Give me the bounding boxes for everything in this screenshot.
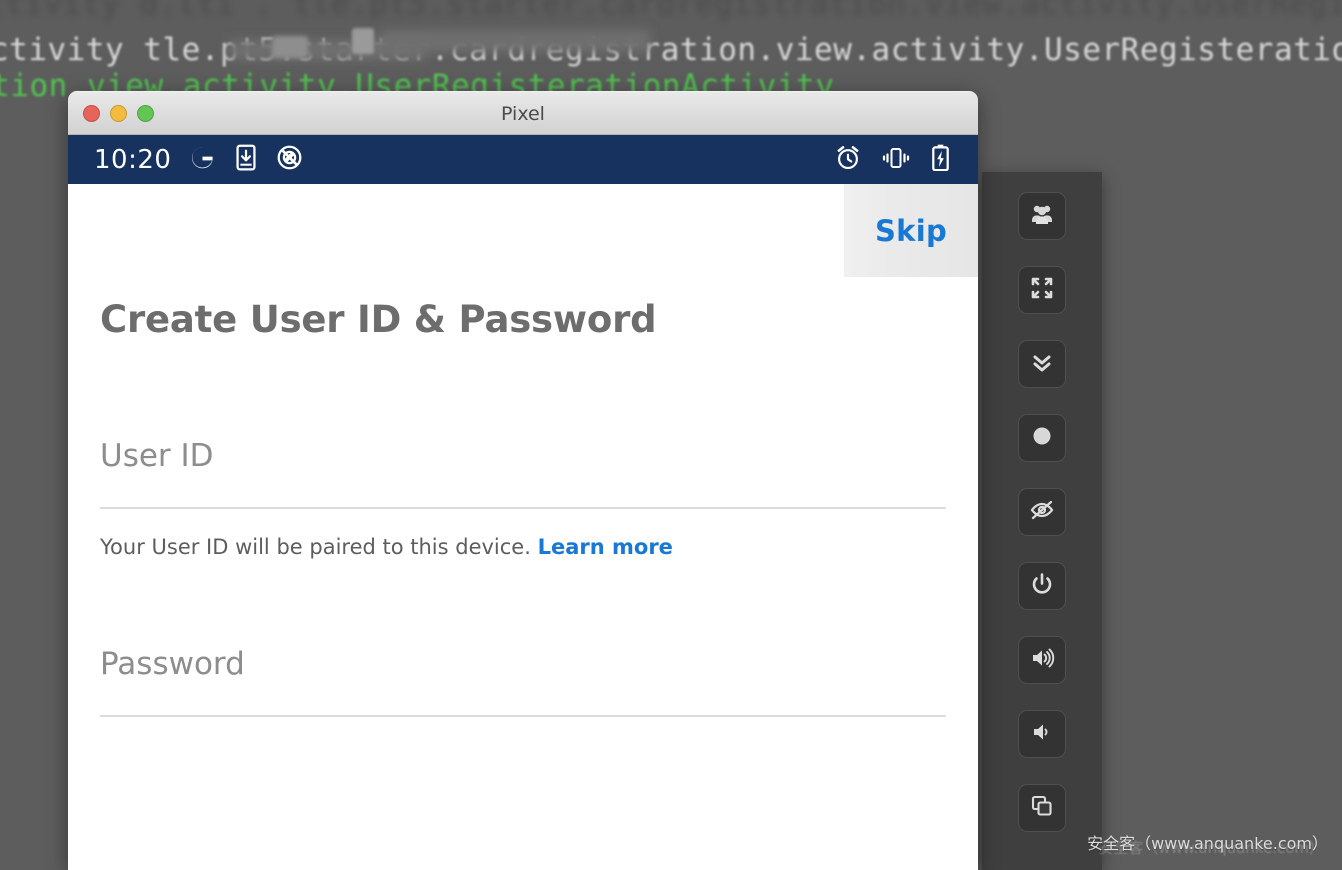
rotate-icon-button[interactable] bbox=[1018, 784, 1066, 832]
battery-charging-icon bbox=[931, 144, 950, 175]
app-top-bar: Skip bbox=[68, 184, 978, 277]
close-button[interactable] bbox=[83, 105, 100, 122]
fullscreen-icon-button[interactable] bbox=[1018, 266, 1066, 314]
password-underline bbox=[100, 715, 946, 717]
people-icon bbox=[1029, 201, 1055, 231]
user-id-input[interactable]: User ID bbox=[100, 438, 946, 509]
volume-up-icon-button[interactable] bbox=[1018, 636, 1066, 684]
status-bar-left: 10:20 bbox=[94, 144, 303, 175]
user-id-underline bbox=[100, 507, 946, 509]
google-icon bbox=[189, 144, 216, 175]
redaction-smudge bbox=[352, 28, 374, 54]
power-icon-button[interactable] bbox=[1018, 562, 1066, 610]
status-bar-clock: 10:20 bbox=[94, 144, 172, 175]
desktop-background: ctivity d.lti . tle.pt5.starter.cardregi… bbox=[0, 0, 1342, 870]
skip-button-label: Skip bbox=[874, 213, 948, 248]
status-bar-right bbox=[835, 144, 950, 175]
password-input[interactable]: Password bbox=[100, 646, 946, 717]
emulator-window: Pixel 10:20 Skip Create User ID & Passwo… bbox=[68, 91, 978, 870]
helper-text: Your User ID will be paired to this devi… bbox=[100, 535, 946, 559]
emulator-toolbar bbox=[982, 172, 1102, 870]
log-line-blurred: ctivity d.lti . tle.pt5.starter.cardregi… bbox=[0, 0, 1342, 22]
record-circle-icon bbox=[1029, 423, 1055, 453]
eye-off-icon bbox=[1029, 497, 1055, 527]
maximize-button[interactable] bbox=[137, 105, 154, 122]
redaction-smudge bbox=[272, 36, 308, 58]
do-not-disturb-icon bbox=[276, 144, 303, 175]
phone-screen: Skip Create User ID & Password User ID Y… bbox=[68, 184, 978, 870]
people-icon-button[interactable] bbox=[1018, 192, 1066, 240]
android-status-bar: 10:20 bbox=[68, 135, 978, 184]
download-to-phone-icon bbox=[234, 144, 258, 175]
redaction-smudge bbox=[380, 30, 650, 52]
volume-down-icon bbox=[1029, 719, 1055, 749]
chevron-double-down-icon bbox=[1029, 349, 1055, 379]
learn-more-link[interactable]: Learn more bbox=[538, 535, 673, 559]
chevron-double-down-icon-button[interactable] bbox=[1018, 340, 1066, 388]
window-title: Pixel bbox=[501, 103, 545, 125]
log-line-white: ctivity tle.pt5.starter.cardregistration… bbox=[0, 32, 1342, 68]
rotate-icon bbox=[1029, 793, 1055, 823]
fullscreen-icon bbox=[1029, 275, 1055, 305]
password-placeholder: Password bbox=[100, 646, 245, 682]
volume-up-icon bbox=[1029, 645, 1055, 675]
page-title: Create User ID & Password bbox=[100, 298, 657, 341]
background-log-text: ctivity d.lti . tle.pt5.starter.cardregi… bbox=[0, 0, 1342, 102]
window-titlebar[interactable]: Pixel bbox=[68, 91, 978, 135]
vibrate-icon bbox=[882, 145, 910, 175]
power-icon bbox=[1029, 571, 1055, 601]
skip-button[interactable]: Skip bbox=[844, 184, 978, 277]
volume-down-icon-button[interactable] bbox=[1018, 710, 1066, 758]
record-circle-icon-button[interactable] bbox=[1018, 414, 1066, 462]
alarm-icon bbox=[835, 145, 861, 175]
user-id-placeholder: User ID bbox=[100, 438, 214, 474]
helper-text-label: Your User ID will be paired to this devi… bbox=[100, 535, 531, 559]
eye-off-icon-button[interactable] bbox=[1018, 488, 1066, 536]
traffic-lights bbox=[83, 105, 154, 122]
watermark: 安全客（www.anquanke.com） bbox=[1087, 834, 1328, 853]
minimize-button[interactable] bbox=[110, 105, 127, 122]
